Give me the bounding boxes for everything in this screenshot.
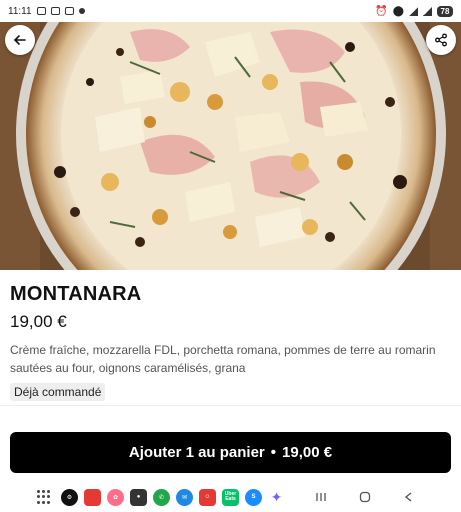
battery-icon: 78 bbox=[437, 5, 453, 17]
product-description: Crème fraîche, mozzarella FDL, porchetta… bbox=[10, 343, 436, 375]
shazam-app-icon[interactable]: S bbox=[245, 488, 262, 506]
product-photo bbox=[0, 22, 461, 270]
screen: 11:11 ⏰ ⬤ 78 MONTANARA 19,00 € Crème fra… bbox=[0, 0, 461, 512]
status-bar: 11:11 ⏰ ⬤ 78 bbox=[0, 0, 461, 22]
photos-app-icon[interactable]: ✿ bbox=[107, 488, 124, 506]
add-to-cart-label: Ajouter 1 au panier bbox=[128, 444, 265, 461]
add-to-cart-price: 19,00 € bbox=[282, 444, 333, 461]
status-bar-left: 11:11 bbox=[8, 6, 85, 17]
settings-notification-icon bbox=[50, 7, 60, 15]
status-bar-right: ⏰ ⬤ 78 bbox=[375, 5, 453, 17]
recents-icon[interactable] bbox=[315, 491, 327, 503]
section-divider bbox=[0, 405, 461, 406]
signal-icon bbox=[423, 6, 432, 16]
navigation-keys bbox=[315, 482, 415, 512]
back-nav-icon[interactable] bbox=[403, 491, 415, 503]
settings-app-icon[interactable]: ⚙ bbox=[61, 488, 78, 506]
pizza-image bbox=[0, 22, 461, 270]
add-to-cart-separator: • bbox=[270, 444, 277, 461]
product-title: MONTANARA bbox=[10, 283, 142, 305]
camera-app-icon[interactable]: ● bbox=[130, 488, 147, 506]
product-price: 19,00 € bbox=[10, 312, 67, 331]
add-to-cart-button[interactable]: Ajouter 1 au panier • 19,00 € bbox=[10, 432, 451, 473]
message-notification-icon bbox=[64, 7, 74, 15]
product-info: MONTANARA 19,00 € Crème fraîche, mozzare… bbox=[10, 283, 451, 401]
back-button[interactable] bbox=[5, 25, 35, 55]
messages-app-icon[interactable]: ✉ bbox=[176, 488, 193, 506]
wifi-icon bbox=[409, 6, 418, 16]
share-button[interactable] bbox=[426, 25, 456, 55]
screenshot-notification-icon bbox=[36, 7, 46, 15]
contacts-app-icon[interactable]: ☺ bbox=[199, 488, 216, 506]
more-notifications-icon bbox=[78, 8, 85, 14]
alarm-icon: ⏰ bbox=[375, 5, 388, 17]
already-ordered-badge: Déjà commandé bbox=[10, 383, 106, 401]
arrow-left-icon bbox=[13, 35, 26, 45]
app-drawer-icon[interactable] bbox=[37, 490, 51, 504]
status-time: 11:11 bbox=[8, 5, 32, 17]
share-icon bbox=[435, 33, 447, 47]
gemini-app-icon[interactable]: ✦ bbox=[268, 489, 285, 506]
phone-app-icon[interactable]: ✆ bbox=[153, 488, 170, 506]
ubereats-app-icon[interactable]: Uber Eats bbox=[222, 488, 239, 506]
home-icon[interactable] bbox=[359, 491, 371, 503]
location-icon: ⬤ bbox=[392, 5, 404, 17]
system-navigation-bar: ⚙ ✿ ● ✆ ✉ ☺ Uber Eats S ✦ bbox=[0, 482, 461, 512]
red-app-icon[interactable] bbox=[84, 488, 101, 506]
